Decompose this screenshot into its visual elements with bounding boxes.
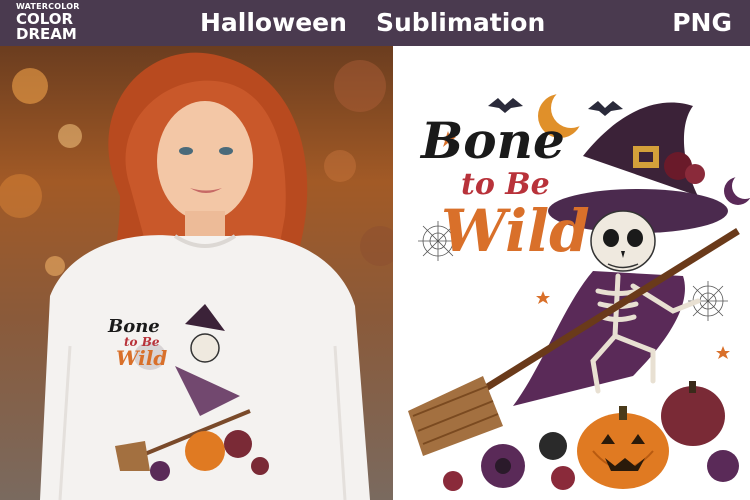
logo-line-3: DREAM — [16, 25, 77, 43]
design-preview: Bone to Be Wild — [393, 46, 750, 500]
design-text-wild: Wild — [441, 197, 590, 265]
shirt-text-wild: Wild — [116, 346, 168, 370]
shirt-text-bone: Bone — [108, 316, 160, 337]
moon-icon-small — [724, 173, 750, 205]
banner-title-sublimation: Sublimation — [376, 8, 546, 37]
design-text: Bone to Be Wild — [421, 111, 611, 265]
brand-logo: WATERCOLOR COLOR DREAM — [16, 3, 88, 43]
pumpkin-icon — [577, 406, 669, 489]
model-photo: Bone to Be Wild — [0, 46, 393, 500]
design-text-bone: Bone — [421, 111, 565, 170]
top-banner: WATERCOLOR COLOR DREAM Halloween Sublima… — [0, 0, 750, 46]
shirt-print-text: Bone to Be Wild — [108, 316, 198, 370]
design-text-to-be: to Be — [461, 167, 550, 202]
photo-illustration — [0, 52, 393, 500]
pumpkin-dark-icon — [661, 381, 725, 446]
banner-title-halloween: Halloween — [200, 8, 347, 37]
format-label: PNG — [672, 8, 732, 37]
